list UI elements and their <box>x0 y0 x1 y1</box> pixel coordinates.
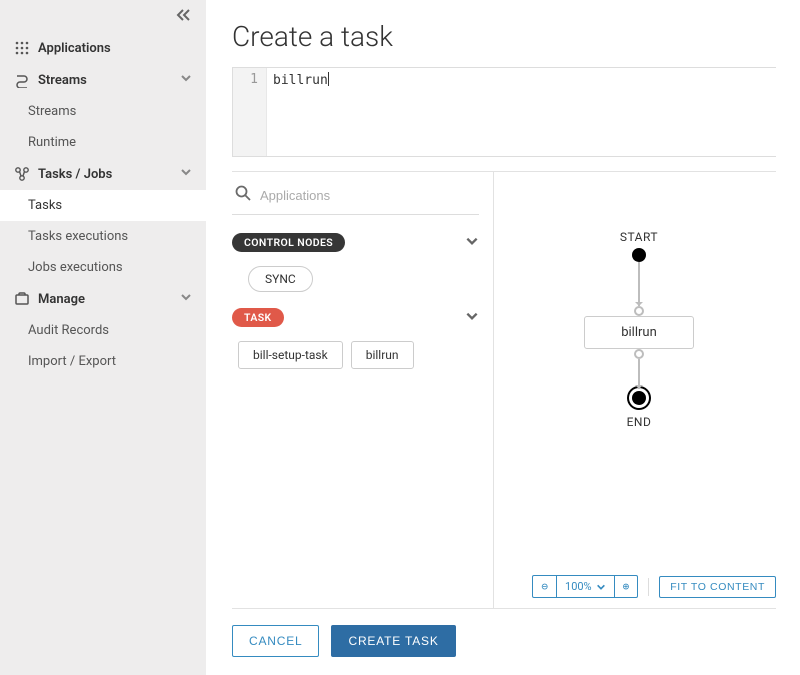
manage-icon <box>14 291 30 307</box>
sidebar-item-runtime[interactable]: Runtime <box>0 127 206 158</box>
sidebar-item-jobs-executions[interactable]: Jobs executions <box>0 252 206 283</box>
sidebar-group-manage[interactable]: Manage <box>0 283 206 315</box>
task-builder: CONTROL NODES SYNC TASK bill-setup-task … <box>232 171 776 609</box>
sidebar-group-tasks[interactable]: Tasks / Jobs <box>0 158 206 190</box>
start-label: START <box>620 230 658 244</box>
sidebar-group-streams[interactable]: Streams <box>0 64 206 96</box>
zoom-level[interactable]: 100% <box>556 576 614 597</box>
end-node[interactable] <box>632 391 646 405</box>
chevron-down-icon <box>465 234 479 252</box>
control-items: SYNC <box>232 262 479 298</box>
palette-search-input[interactable] <box>260 188 477 203</box>
sidebar-label-runtime: Runtime <box>28 135 76 150</box>
sidebar-item-audit[interactable]: Audit Records <box>0 315 206 346</box>
sidebar-item-tasks-executions[interactable]: Tasks executions <box>0 221 206 252</box>
connector <box>638 359 640 389</box>
divider <box>648 578 649 596</box>
tasks-icon <box>14 166 30 182</box>
streams-icon <box>14 72 30 88</box>
task-node-billrun[interactable]: billrun <box>584 316 694 349</box>
page-title: Create a task <box>232 20 776 53</box>
sidebar-item-streams[interactable]: Streams <box>0 96 206 127</box>
chevron-down-icon <box>180 166 192 182</box>
chevron-down-icon <box>465 309 479 327</box>
grid-icon <box>14 40 30 56</box>
sidebar-label-tasks-group: Tasks / Jobs <box>38 167 172 182</box>
canvas-panel: START billrun END ⊖ 100% <box>494 172 776 608</box>
end-label: END <box>627 415 652 429</box>
cancel-button[interactable]: CANCEL <box>232 625 319 657</box>
sidebar-item-applications[interactable]: Applications <box>0 32 206 64</box>
chevron-down-icon <box>180 291 192 307</box>
port-icon[interactable] <box>634 349 644 359</box>
palette-search[interactable] <box>232 182 479 215</box>
dsl-editor[interactable]: 1 billrun <box>232 67 776 157</box>
sidebar-item-import-export[interactable]: Import / Export <box>0 346 206 377</box>
footer-actions: CANCEL CREATE TASK <box>232 609 776 675</box>
sidebar-label-manage-group: Manage <box>38 292 172 307</box>
start-node[interactable] <box>632 248 646 262</box>
search-icon <box>234 184 252 206</box>
palette-item-billrun[interactable]: billrun <box>351 341 414 369</box>
sidebar-label-tasks-exec: Tasks executions <box>28 229 128 244</box>
sidebar-label-streams-group: Streams <box>38 73 172 88</box>
sidebar: Applications Streams Streams Runtime Tas… <box>0 0 206 675</box>
palette-item-sync[interactable]: SYNC <box>248 266 313 292</box>
editor-line-number: 1 <box>233 68 267 156</box>
fit-to-content-button[interactable]: FIT TO CONTENT <box>659 576 776 598</box>
palette-section-control[interactable]: CONTROL NODES <box>232 233 479 252</box>
sidebar-label-audit: Audit Records <box>28 323 109 338</box>
editor-content[interactable]: billrun <box>267 68 333 156</box>
zoom-out-button[interactable]: ⊖ <box>533 576 556 597</box>
section-label-control: CONTROL NODES <box>232 233 345 252</box>
zoom-in-button[interactable]: ⊕ <box>614 576 638 597</box>
zoom-segment: ⊖ 100% ⊕ <box>532 575 638 598</box>
main-content: Create a task 1 billrun CONTROL NODES SY… <box>206 0 800 675</box>
collapse-sidebar-icon[interactable] <box>176 8 192 26</box>
section-label-task: TASK <box>232 308 284 327</box>
graph-canvas[interactable]: START billrun END <box>502 180 776 569</box>
create-task-button[interactable]: CREATE TASK <box>331 625 455 657</box>
zoom-toolbar: ⊖ 100% ⊕ FIT TO CONTENT <box>502 569 776 600</box>
palette-item-bill-setup-task[interactable]: bill-setup-task <box>238 341 343 369</box>
task-items: bill-setup-task billrun <box>232 337 479 375</box>
sidebar-label-applications: Applications <box>38 41 192 56</box>
sidebar-item-tasks[interactable]: Tasks <box>0 190 206 221</box>
sidebar-label-streams: Streams <box>28 104 76 119</box>
palette-section-task[interactable]: TASK <box>232 308 479 327</box>
sidebar-label-jobs-exec: Jobs executions <box>28 260 123 275</box>
chevron-down-icon <box>180 72 192 88</box>
sidebar-label-impexp: Import / Export <box>28 354 116 369</box>
chevron-down-icon <box>596 582 606 592</box>
sidebar-label-tasks: Tasks <box>28 198 62 213</box>
connector <box>638 262 640 306</box>
palette-panel: CONTROL NODES SYNC TASK bill-setup-task … <box>232 172 494 608</box>
